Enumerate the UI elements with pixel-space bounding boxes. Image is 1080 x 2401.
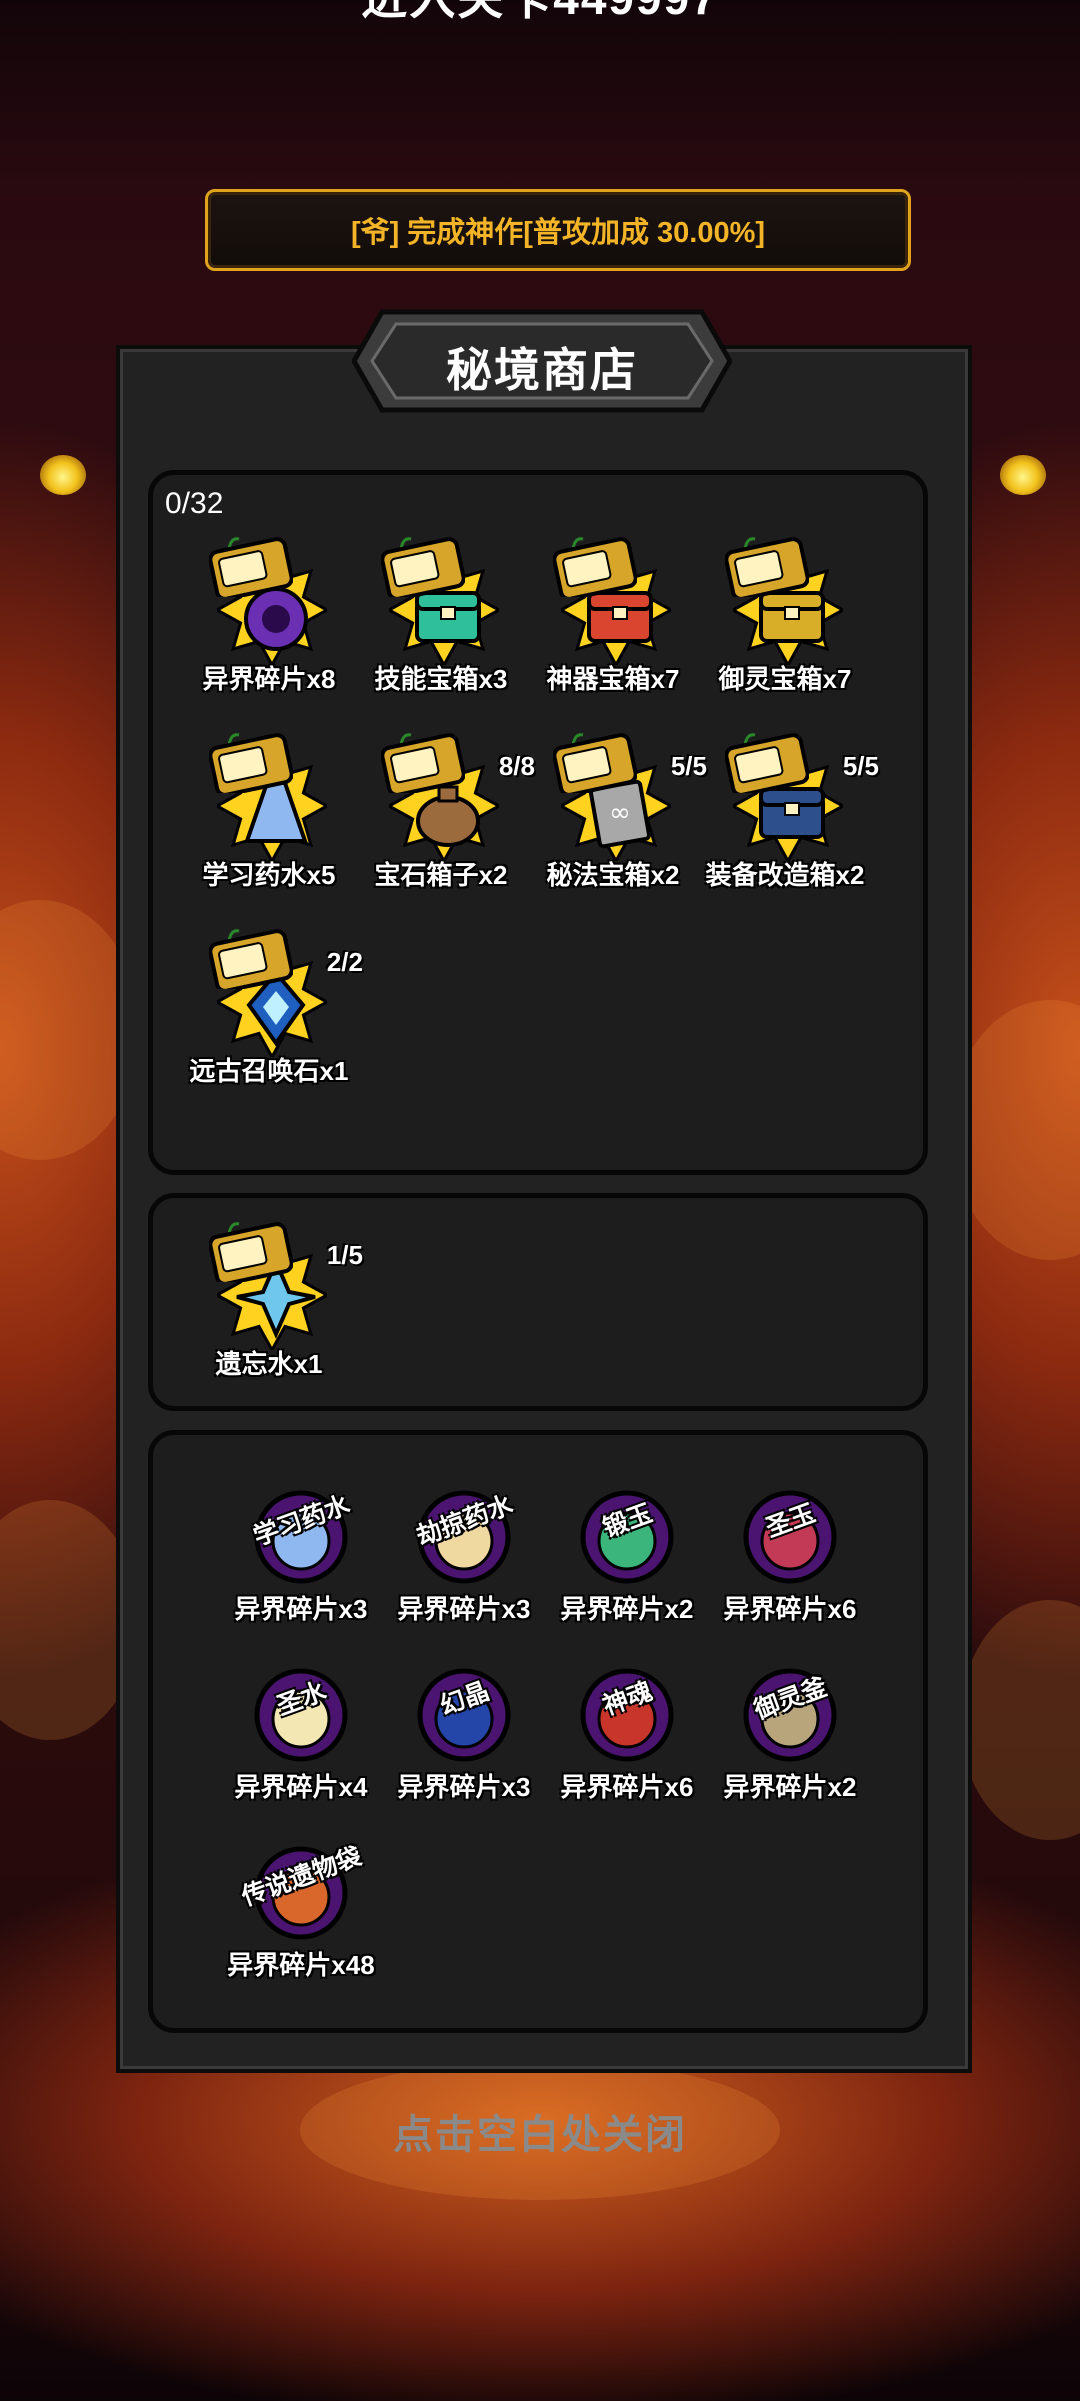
ad-box-icon: [381, 733, 465, 793]
ad-box-icon: [209, 537, 293, 597]
ad-box-icon: [381, 537, 465, 597]
item-price: 异界碎片x48: [227, 1950, 375, 1980]
item-icon-wrap: [209, 927, 329, 1057]
item-limit: 1/5: [326, 1240, 363, 1270]
shop-title-plate: 秘境商店: [352, 306, 732, 416]
svg-text:∞: ∞: [609, 798, 631, 828]
ad-box-icon: [209, 929, 293, 989]
item-icon-wrap: ∞: [553, 731, 673, 861]
shop-ad-item[interactable]: 御灵宝箱x7: [699, 525, 871, 715]
shop-ad-item[interactable]: 神器宝箱x7: [527, 525, 699, 715]
item-icon-wrap: [209, 1220, 329, 1350]
shop-ad-item[interactable]: 5/5 装备改造箱x2: [699, 721, 879, 911]
ad-box-icon: [553, 733, 637, 793]
ad-items-section: 0/32 异界碎片x8 技能宝箱x3 神器宝箱x7 御灵宝箱x7 学习药水x5 8/8 宝石…: [148, 470, 928, 1175]
exchange-item[interactable]: 幻晶 异界碎片x3: [378, 1643, 550, 1833]
item-name: 御灵宝箱x7: [718, 664, 852, 694]
ad-box-icon: [209, 733, 293, 793]
shop-ad-item[interactable]: 2/2 远古召唤石x1: [183, 917, 363, 1107]
ad-box-icon: [553, 537, 637, 597]
item-price: 异界碎片x6: [723, 1594, 857, 1624]
scale-decoration: [960, 1600, 1080, 1840]
exchange-item[interactable]: 学习药水 异界碎片x3: [215, 1465, 387, 1655]
buff-text: [爷] 完成神作[普攻加成 30.00%]: [350, 217, 766, 249]
exchange-item[interactable]: 神魂 异界碎片x6: [541, 1643, 713, 1833]
item-price: 异界碎片x2: [723, 1772, 857, 1802]
left-dragon-eye: [40, 455, 86, 495]
close-hint[interactable]: 点击空白处关闭: [0, 2102, 1080, 2160]
item-icon-wrap: [209, 731, 329, 861]
shop-ad-item[interactable]: ∞ 5/5 秘法宝箱x2: [527, 721, 707, 911]
ad-box-icon: [725, 733, 809, 793]
ad-box-icon: [209, 1222, 293, 1282]
item-icon-wrap: [553, 535, 673, 665]
item-name: 装备改造箱x2: [705, 860, 865, 890]
shop-ad-item[interactable]: 8/8 宝石箱子x2: [355, 721, 535, 911]
item-icon-wrap: [209, 535, 329, 665]
item-icon-wrap: [381, 535, 501, 665]
stage-title: 进入关卡449997: [0, 0, 1080, 28]
purchase-counter: 0/32: [165, 487, 224, 520]
item-limit: 2/2: [326, 947, 363, 977]
exchange-item[interactable]: 圣玉 异界碎片x6: [704, 1465, 876, 1655]
item-name: 遗忘水x1: [215, 1349, 323, 1379]
exchange-item[interactable]: 劫掠药水 异界碎片x3: [378, 1465, 550, 1655]
ad-box-icon: [725, 537, 809, 597]
shop-ad-item[interactable]: 异界碎片x8: [183, 525, 355, 715]
item-name: 远古召唤石x1: [189, 1056, 349, 1086]
shop-title: 秘境商店: [446, 344, 638, 396]
shop-ad-item[interactable]: 学习药水x5: [183, 721, 355, 911]
exchange-item[interactable]: 锻玉 异界碎片x2: [541, 1465, 713, 1655]
shop-ad-item[interactable]: 技能宝箱x3: [355, 525, 527, 715]
forget-item-section: 1/5 遗忘水x1: [148, 1193, 928, 1411]
exchange-item[interactable]: 传说遗物袋 异界碎片x48: [215, 1821, 387, 2011]
buff-banner: [爷] 完成神作[普攻加成 30.00%]: [205, 189, 911, 271]
exchange-item[interactable]: 圣水 异界碎片x4: [215, 1643, 387, 1833]
exchange-items-section: 学习药水 异界碎片x3 劫掠药水 异界碎片x3 锻玉 异界碎片x2 圣玉 异界碎片x6 圣水 异界…: [148, 1430, 928, 2033]
shop-ad-item[interactable]: 1/5 遗忘水x1: [183, 1210, 363, 1400]
item-icon-wrap: [725, 535, 845, 665]
exchange-item[interactable]: 御灵釜 异界碎片x2: [704, 1643, 876, 1833]
right-dragon-eye: [1000, 455, 1046, 495]
item-limit: 5/5: [842, 751, 879, 781]
item-icon-wrap: [725, 731, 845, 861]
item-icon-wrap: [381, 731, 501, 861]
